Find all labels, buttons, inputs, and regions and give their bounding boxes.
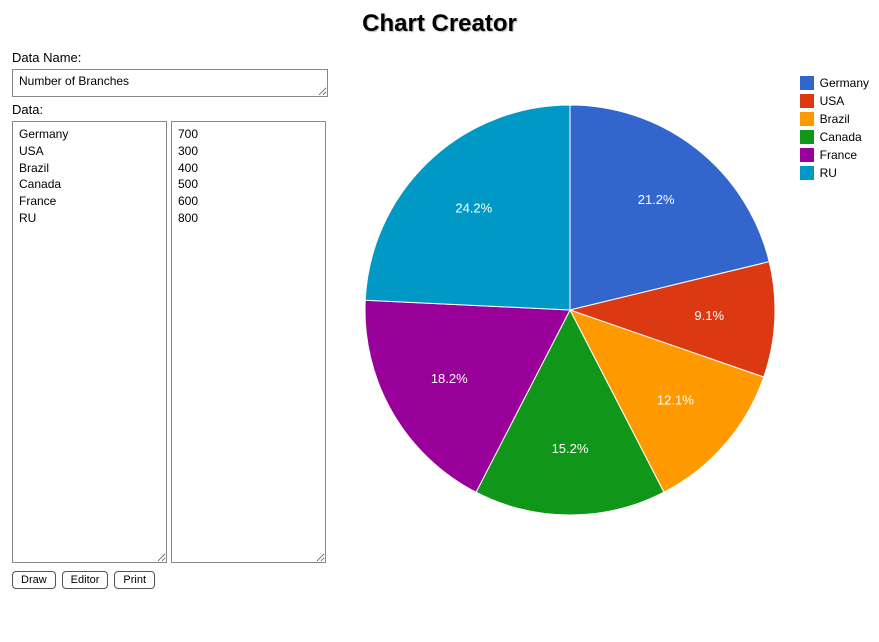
legend-label: USA — [820, 94, 845, 108]
editor-button[interactable]: Editor — [62, 571, 109, 589]
legend-swatch — [800, 130, 814, 144]
legend-swatch — [800, 148, 814, 162]
legend-swatch — [800, 94, 814, 108]
draw-button[interactable]: Draw — [12, 571, 56, 589]
legend-item-ru[interactable]: RU — [800, 166, 869, 180]
categories-input[interactable] — [12, 121, 167, 563]
legend-swatch — [800, 112, 814, 126]
legend: Germany USA Brazil Canada France RU — [800, 76, 869, 184]
legend-item-usa[interactable]: USA — [800, 94, 869, 108]
print-button[interactable]: Print — [114, 571, 155, 589]
values-input[interactable] — [171, 121, 326, 563]
pie-label-ru: 24.2% — [455, 201, 492, 216]
pie-chart: 21.2% 9.1% 12.1% 15.2% 18.2% 24.2% — [360, 100, 780, 523]
legend-label: RU — [820, 166, 837, 180]
data-name-label: Data Name: — [10, 50, 340, 65]
chart-panel: 21.2% 9.1% 12.1% 15.2% 18.2% 24.2% Germany USA… — [340, 50, 869, 589]
legend-label: Germany — [820, 76, 869, 90]
legend-label: Canada — [820, 130, 862, 144]
legend-item-france[interactable]: France — [800, 148, 869, 162]
legend-item-canada[interactable]: Canada — [800, 130, 869, 144]
legend-item-brazil[interactable]: Brazil — [800, 112, 869, 126]
pie-label-france: 18.2% — [431, 371, 468, 386]
legend-item-germany[interactable]: Germany — [800, 76, 869, 90]
data-label: Data: — [10, 102, 340, 117]
legend-swatch — [800, 76, 814, 90]
legend-label: Brazil — [820, 112, 850, 126]
data-name-input[interactable] — [12, 69, 328, 97]
legend-swatch — [800, 166, 814, 180]
pie-label-brazil: 12.1% — [657, 393, 694, 408]
form-panel: Data Name: Data: Draw Editor Print — [10, 50, 340, 589]
legend-label: France — [820, 148, 857, 162]
pie-label-usa: 9.1% — [694, 308, 724, 323]
page-title: Chart Creator — [0, 0, 879, 50]
pie-label-canada: 15.2% — [552, 441, 589, 456]
pie-label-germany: 21.2% — [638, 192, 675, 207]
